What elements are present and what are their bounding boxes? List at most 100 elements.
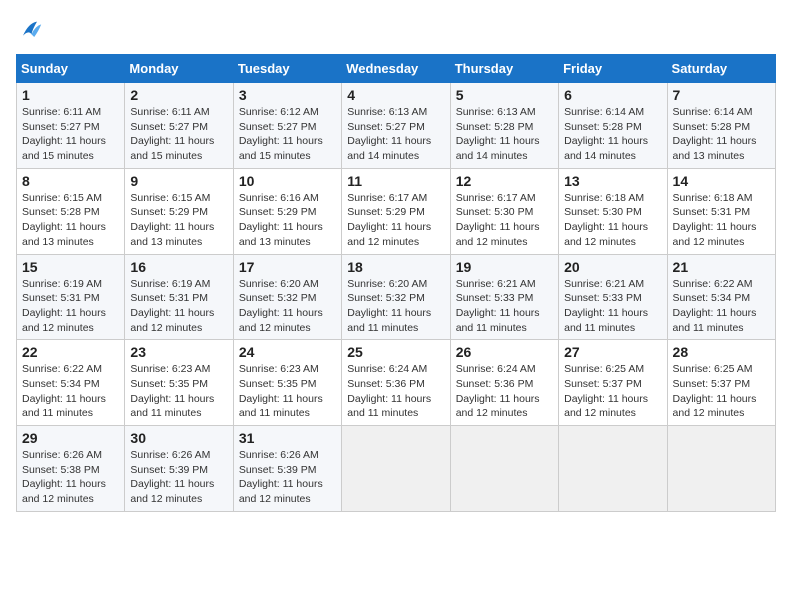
calendar-cell: 22 Sunrise: 6:22 AMSunset: 5:34 PMDaylig… bbox=[17, 340, 125, 426]
calendar-cell: 26 Sunrise: 6:24 AMSunset: 5:36 PMDaylig… bbox=[450, 340, 558, 426]
day-info: Sunrise: 6:13 AMSunset: 5:27 PMDaylight:… bbox=[347, 105, 444, 164]
calendar-cell: 5 Sunrise: 6:13 AMSunset: 5:28 PMDayligh… bbox=[450, 83, 558, 169]
calendar-cell: 2 Sunrise: 6:11 AMSunset: 5:27 PMDayligh… bbox=[125, 83, 233, 169]
day-number: 24 bbox=[239, 344, 336, 360]
day-info: Sunrise: 6:11 AMSunset: 5:27 PMDaylight:… bbox=[130, 105, 227, 164]
day-number: 11 bbox=[347, 173, 444, 189]
day-number: 12 bbox=[456, 173, 553, 189]
calendar-cell: 18 Sunrise: 6:20 AMSunset: 5:32 PMDaylig… bbox=[342, 254, 450, 340]
day-number: 14 bbox=[673, 173, 770, 189]
day-number: 18 bbox=[347, 259, 444, 275]
day-number: 21 bbox=[673, 259, 770, 275]
calendar-cell: 12 Sunrise: 6:17 AMSunset: 5:30 PMDaylig… bbox=[450, 168, 558, 254]
weekday-header-tuesday: Tuesday bbox=[233, 55, 341, 83]
day-number: 1 bbox=[22, 87, 119, 103]
day-info: Sunrise: 6:25 AMSunset: 5:37 PMDaylight:… bbox=[564, 362, 661, 421]
calendar-cell: 16 Sunrise: 6:19 AMSunset: 5:31 PMDaylig… bbox=[125, 254, 233, 340]
calendar-cell: 14 Sunrise: 6:18 AMSunset: 5:31 PMDaylig… bbox=[667, 168, 775, 254]
day-number: 16 bbox=[130, 259, 227, 275]
calendar-cell: 13 Sunrise: 6:18 AMSunset: 5:30 PMDaylig… bbox=[559, 168, 667, 254]
day-info: Sunrise: 6:18 AMSunset: 5:31 PMDaylight:… bbox=[673, 191, 770, 250]
calendar-cell: 10 Sunrise: 6:16 AMSunset: 5:29 PMDaylig… bbox=[233, 168, 341, 254]
day-info: Sunrise: 6:18 AMSunset: 5:30 PMDaylight:… bbox=[564, 191, 661, 250]
calendar-cell: 19 Sunrise: 6:21 AMSunset: 5:33 PMDaylig… bbox=[450, 254, 558, 340]
calendar-cell: 25 Sunrise: 6:24 AMSunset: 5:36 PMDaylig… bbox=[342, 340, 450, 426]
day-number: 10 bbox=[239, 173, 336, 189]
day-number: 25 bbox=[347, 344, 444, 360]
day-info: Sunrise: 6:19 AMSunset: 5:31 PMDaylight:… bbox=[130, 277, 227, 336]
logo bbox=[16, 16, 48, 44]
day-info: Sunrise: 6:12 AMSunset: 5:27 PMDaylight:… bbox=[239, 105, 336, 164]
calendar-cell bbox=[559, 426, 667, 512]
day-info: Sunrise: 6:23 AMSunset: 5:35 PMDaylight:… bbox=[130, 362, 227, 421]
day-info: Sunrise: 6:16 AMSunset: 5:29 PMDaylight:… bbox=[239, 191, 336, 250]
calendar-cell: 7 Sunrise: 6:14 AMSunset: 5:28 PMDayligh… bbox=[667, 83, 775, 169]
day-info: Sunrise: 6:26 AMSunset: 5:38 PMDaylight:… bbox=[22, 448, 119, 507]
calendar-cell: 4 Sunrise: 6:13 AMSunset: 5:27 PMDayligh… bbox=[342, 83, 450, 169]
calendar-cell: 20 Sunrise: 6:21 AMSunset: 5:33 PMDaylig… bbox=[559, 254, 667, 340]
page-header bbox=[16, 16, 776, 44]
day-number: 3 bbox=[239, 87, 336, 103]
day-info: Sunrise: 6:17 AMSunset: 5:29 PMDaylight:… bbox=[347, 191, 444, 250]
day-info: Sunrise: 6:17 AMSunset: 5:30 PMDaylight:… bbox=[456, 191, 553, 250]
weekday-header-sunday: Sunday bbox=[17, 55, 125, 83]
calendar-cell: 21 Sunrise: 6:22 AMSunset: 5:34 PMDaylig… bbox=[667, 254, 775, 340]
day-number: 22 bbox=[22, 344, 119, 360]
day-info: Sunrise: 6:22 AMSunset: 5:34 PMDaylight:… bbox=[673, 277, 770, 336]
day-number: 4 bbox=[347, 87, 444, 103]
day-info: Sunrise: 6:24 AMSunset: 5:36 PMDaylight:… bbox=[347, 362, 444, 421]
calendar-cell: 1 Sunrise: 6:11 AMSunset: 5:27 PMDayligh… bbox=[17, 83, 125, 169]
weekday-header-friday: Friday bbox=[559, 55, 667, 83]
day-number: 19 bbox=[456, 259, 553, 275]
day-number: 31 bbox=[239, 430, 336, 446]
day-info: Sunrise: 6:14 AMSunset: 5:28 PMDaylight:… bbox=[673, 105, 770, 164]
day-number: 30 bbox=[130, 430, 227, 446]
day-number: 5 bbox=[456, 87, 553, 103]
day-info: Sunrise: 6:21 AMSunset: 5:33 PMDaylight:… bbox=[564, 277, 661, 336]
day-info: Sunrise: 6:15 AMSunset: 5:29 PMDaylight:… bbox=[130, 191, 227, 250]
calendar-cell: 15 Sunrise: 6:19 AMSunset: 5:31 PMDaylig… bbox=[17, 254, 125, 340]
day-info: Sunrise: 6:20 AMSunset: 5:32 PMDaylight:… bbox=[239, 277, 336, 336]
day-info: Sunrise: 6:11 AMSunset: 5:27 PMDaylight:… bbox=[22, 105, 119, 164]
day-info: Sunrise: 6:13 AMSunset: 5:28 PMDaylight:… bbox=[456, 105, 553, 164]
calendar-cell: 9 Sunrise: 6:15 AMSunset: 5:29 PMDayligh… bbox=[125, 168, 233, 254]
day-info: Sunrise: 6:21 AMSunset: 5:33 PMDaylight:… bbox=[456, 277, 553, 336]
weekday-header-monday: Monday bbox=[125, 55, 233, 83]
day-number: 6 bbox=[564, 87, 661, 103]
day-number: 23 bbox=[130, 344, 227, 360]
calendar-cell bbox=[667, 426, 775, 512]
calendar-cell: 30 Sunrise: 6:26 AMSunset: 5:39 PMDaylig… bbox=[125, 426, 233, 512]
weekday-header-wednesday: Wednesday bbox=[342, 55, 450, 83]
calendar-cell: 17 Sunrise: 6:20 AMSunset: 5:32 PMDaylig… bbox=[233, 254, 341, 340]
day-info: Sunrise: 6:22 AMSunset: 5:34 PMDaylight:… bbox=[22, 362, 119, 421]
day-info: Sunrise: 6:23 AMSunset: 5:35 PMDaylight:… bbox=[239, 362, 336, 421]
calendar-table: SundayMondayTuesdayWednesdayThursdayFrid… bbox=[16, 54, 776, 512]
day-number: 17 bbox=[239, 259, 336, 275]
weekday-header-saturday: Saturday bbox=[667, 55, 775, 83]
calendar-cell: 3 Sunrise: 6:12 AMSunset: 5:27 PMDayligh… bbox=[233, 83, 341, 169]
calendar-cell: 6 Sunrise: 6:14 AMSunset: 5:28 PMDayligh… bbox=[559, 83, 667, 169]
day-number: 13 bbox=[564, 173, 661, 189]
day-number: 26 bbox=[456, 344, 553, 360]
day-info: Sunrise: 6:25 AMSunset: 5:37 PMDaylight:… bbox=[673, 362, 770, 421]
day-number: 2 bbox=[130, 87, 227, 103]
day-number: 8 bbox=[22, 173, 119, 189]
calendar-cell: 27 Sunrise: 6:25 AMSunset: 5:37 PMDaylig… bbox=[559, 340, 667, 426]
day-number: 9 bbox=[130, 173, 227, 189]
day-info: Sunrise: 6:26 AMSunset: 5:39 PMDaylight:… bbox=[130, 448, 227, 507]
day-number: 27 bbox=[564, 344, 661, 360]
day-number: 20 bbox=[564, 259, 661, 275]
calendar-cell: 24 Sunrise: 6:23 AMSunset: 5:35 PMDaylig… bbox=[233, 340, 341, 426]
day-info: Sunrise: 6:26 AMSunset: 5:39 PMDaylight:… bbox=[239, 448, 336, 507]
day-info: Sunrise: 6:20 AMSunset: 5:32 PMDaylight:… bbox=[347, 277, 444, 336]
calendar-cell: 11 Sunrise: 6:17 AMSunset: 5:29 PMDaylig… bbox=[342, 168, 450, 254]
calendar-cell bbox=[450, 426, 558, 512]
day-number: 28 bbox=[673, 344, 770, 360]
calendar-cell: 8 Sunrise: 6:15 AMSunset: 5:28 PMDayligh… bbox=[17, 168, 125, 254]
weekday-header-thursday: Thursday bbox=[450, 55, 558, 83]
calendar-cell: 28 Sunrise: 6:25 AMSunset: 5:37 PMDaylig… bbox=[667, 340, 775, 426]
calendar-cell: 23 Sunrise: 6:23 AMSunset: 5:35 PMDaylig… bbox=[125, 340, 233, 426]
calendar-cell: 29 Sunrise: 6:26 AMSunset: 5:38 PMDaylig… bbox=[17, 426, 125, 512]
calendar-cell: 31 Sunrise: 6:26 AMSunset: 5:39 PMDaylig… bbox=[233, 426, 341, 512]
day-number: 29 bbox=[22, 430, 119, 446]
